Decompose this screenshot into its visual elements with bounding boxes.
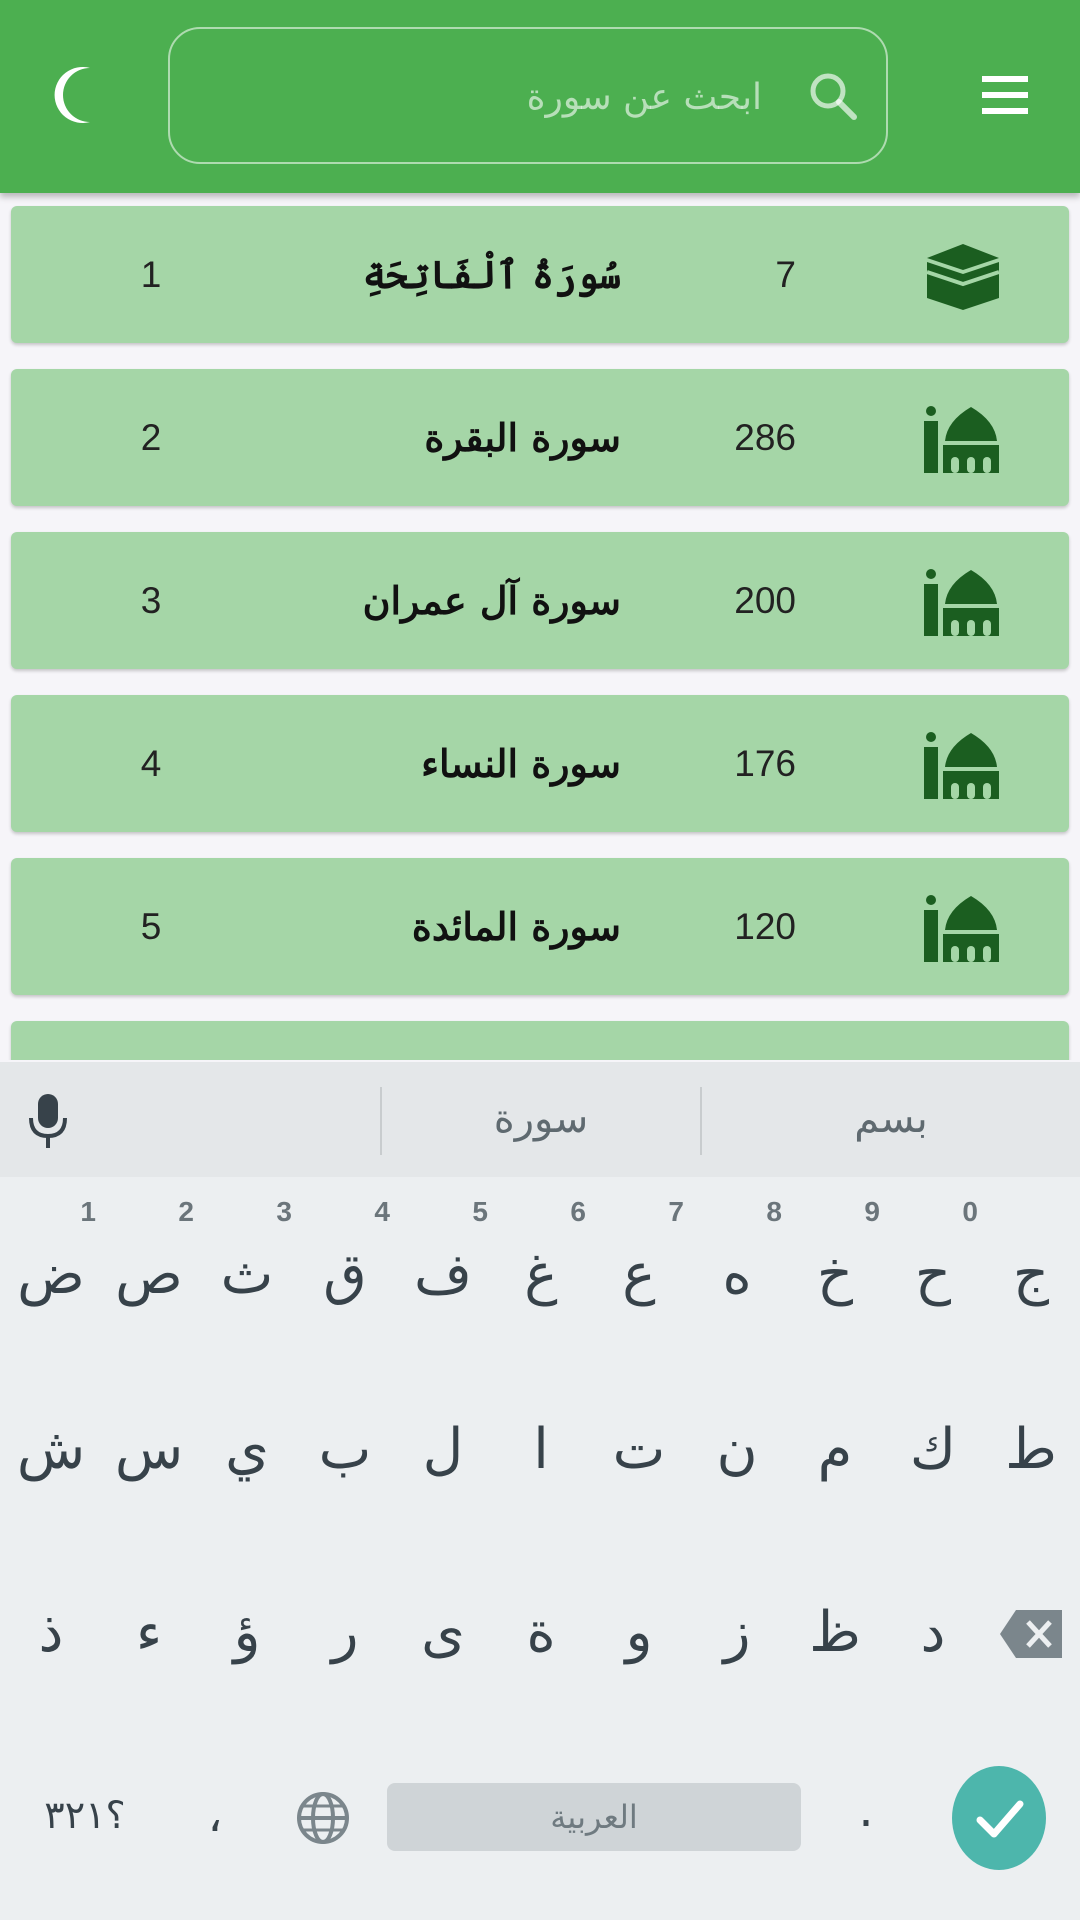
surah-row[interactable]: 5 سورة المائدة 120 (11, 858, 1069, 995)
key[interactable]: ذ (2, 1558, 100, 1708)
key[interactable]: ج (982, 1200, 1080, 1350)
key[interactable]: ي (198, 1375, 296, 1525)
enter-button[interactable] (952, 1766, 1046, 1870)
key[interactable]: ن (688, 1375, 786, 1525)
surah-number: 3 (140, 580, 162, 621)
key-hint: 4 (374, 1196, 390, 1227)
key-hint: 6 (570, 1196, 586, 1227)
key[interactable]: 9خ (786, 1196, 884, 1350)
key[interactable]: س (100, 1375, 198, 1525)
ayat-count: 120 (734, 906, 796, 947)
mosque-icon (921, 403, 1006, 475)
surah-name: سُورَةُ ٱلْفَاتِحَةِ (362, 252, 621, 297)
key-hint: 1 (80, 1196, 96, 1227)
key-label: ض (17, 1242, 85, 1307)
surah-row[interactable]: 4 سورة النساء 176 (11, 695, 1069, 832)
key-label: خ (816, 1242, 854, 1307)
key[interactable]: ب (296, 1375, 394, 1525)
backspace-icon[interactable] (998, 1608, 1064, 1660)
key-hint: 7 (668, 1196, 684, 1227)
space-bar[interactable]: العربية (387, 1783, 801, 1851)
surah-number: 1 (140, 254, 162, 295)
key[interactable]: م (786, 1375, 884, 1525)
key[interactable]: ط (982, 1375, 1080, 1525)
surah-name: سورة النساء (421, 741, 621, 786)
surah-name: سورة المائدة (411, 904, 621, 949)
key[interactable]: 1ض (2, 1196, 100, 1350)
key-hint: 0 (962, 1196, 978, 1227)
search-icon[interactable] (804, 67, 864, 127)
key-label: غ (524, 1242, 558, 1307)
key-hint: 5 (472, 1196, 488, 1227)
ayat-count: 200 (734, 580, 796, 621)
suggestion-item[interactable]: بسم (702, 1062, 1080, 1177)
hamburger-menu-icon[interactable] (975, 70, 1035, 122)
key[interactable]: ك (884, 1375, 982, 1525)
ayat-count: 7 (775, 254, 796, 295)
key-label: ث (220, 1242, 274, 1307)
key[interactable]: 7ع (590, 1196, 688, 1350)
key[interactable]: 8ه (688, 1196, 786, 1350)
surah-row-partial[interactable] (11, 1021, 1069, 1060)
key[interactable]: 5ف (394, 1196, 492, 1350)
key-label: ه (722, 1242, 752, 1307)
period-key[interactable]: . (838, 1770, 894, 1850)
key-label: ف (413, 1242, 473, 1307)
search-box[interactable] (168, 27, 888, 164)
surah-list: 1 سُورَةُ ٱلْفَاتِحَةِ 7 2 سورة البقرة 2… (0, 205, 1080, 1060)
surah-row[interactable]: 1 سُورَةُ ٱلْفَاتِحَةِ 7 (11, 206, 1069, 343)
key-hint: 2 (178, 1196, 194, 1227)
mosque-icon (921, 566, 1006, 638)
ayat-count: 286 (734, 417, 796, 458)
ayat-count: 176 (734, 743, 796, 784)
key[interactable]: ة (492, 1558, 590, 1708)
surah-row[interactable]: 3 سورة آل عمران 200 (11, 532, 1069, 669)
key[interactable]: ت (590, 1375, 688, 1525)
search-input[interactable] (200, 54, 764, 141)
comma-key[interactable]: ، (180, 1780, 250, 1850)
surah-row[interactable]: 2 سورة البقرة 286 (11, 369, 1069, 506)
surah-number: 4 (140, 743, 162, 784)
surah-number: 2 (140, 417, 162, 458)
key[interactable]: د (884, 1558, 982, 1708)
key-hint: 9 (864, 1196, 880, 1227)
key-label: ع (622, 1242, 656, 1307)
mosque-icon (921, 892, 1006, 964)
suggestion-item[interactable]: سورة (382, 1062, 700, 1177)
key[interactable]: ى (394, 1558, 492, 1708)
key-hint: 3 (276, 1196, 292, 1227)
key-label: ص (115, 1242, 183, 1307)
crescent-moon-icon[interactable] (50, 60, 120, 130)
key-label: ق (323, 1242, 367, 1307)
key[interactable]: ا (492, 1375, 590, 1525)
key[interactable]: ؤ (198, 1558, 296, 1708)
key-label: ج (1012, 1242, 1050, 1307)
surah-name: سورة آل عمران (362, 578, 621, 623)
key-hint: 8 (766, 1196, 782, 1227)
symbols-key[interactable]: ؟٣٢١ (30, 1785, 140, 1845)
surah-number: 5 (140, 906, 162, 947)
key[interactable]: 2ص (100, 1196, 198, 1350)
key[interactable]: ل (394, 1375, 492, 1525)
suggestion-bar: سورة بسم (0, 1062, 1080, 1177)
checkmark-icon (976, 1800, 1024, 1838)
key[interactable]: 4ق (296, 1196, 394, 1350)
key-label: ح (914, 1242, 952, 1307)
key[interactable]: و (590, 1558, 688, 1708)
key[interactable]: ر (296, 1558, 394, 1708)
microphone-icon[interactable] (26, 1092, 70, 1150)
app-bar (0, 0, 1080, 193)
surah-name: سورة البقرة (424, 415, 621, 460)
key[interactable]: 6غ (492, 1196, 590, 1350)
key[interactable]: 3ث (198, 1196, 296, 1350)
key[interactable]: ش (2, 1375, 100, 1525)
key[interactable]: 0ح (884, 1196, 982, 1350)
key[interactable]: ء (100, 1558, 198, 1708)
key[interactable]: ز (688, 1558, 786, 1708)
key[interactable]: ظ (786, 1558, 884, 1708)
kaaba-icon (921, 240, 1006, 312)
mosque-icon (921, 729, 1006, 801)
globe-icon[interactable] (295, 1790, 351, 1846)
